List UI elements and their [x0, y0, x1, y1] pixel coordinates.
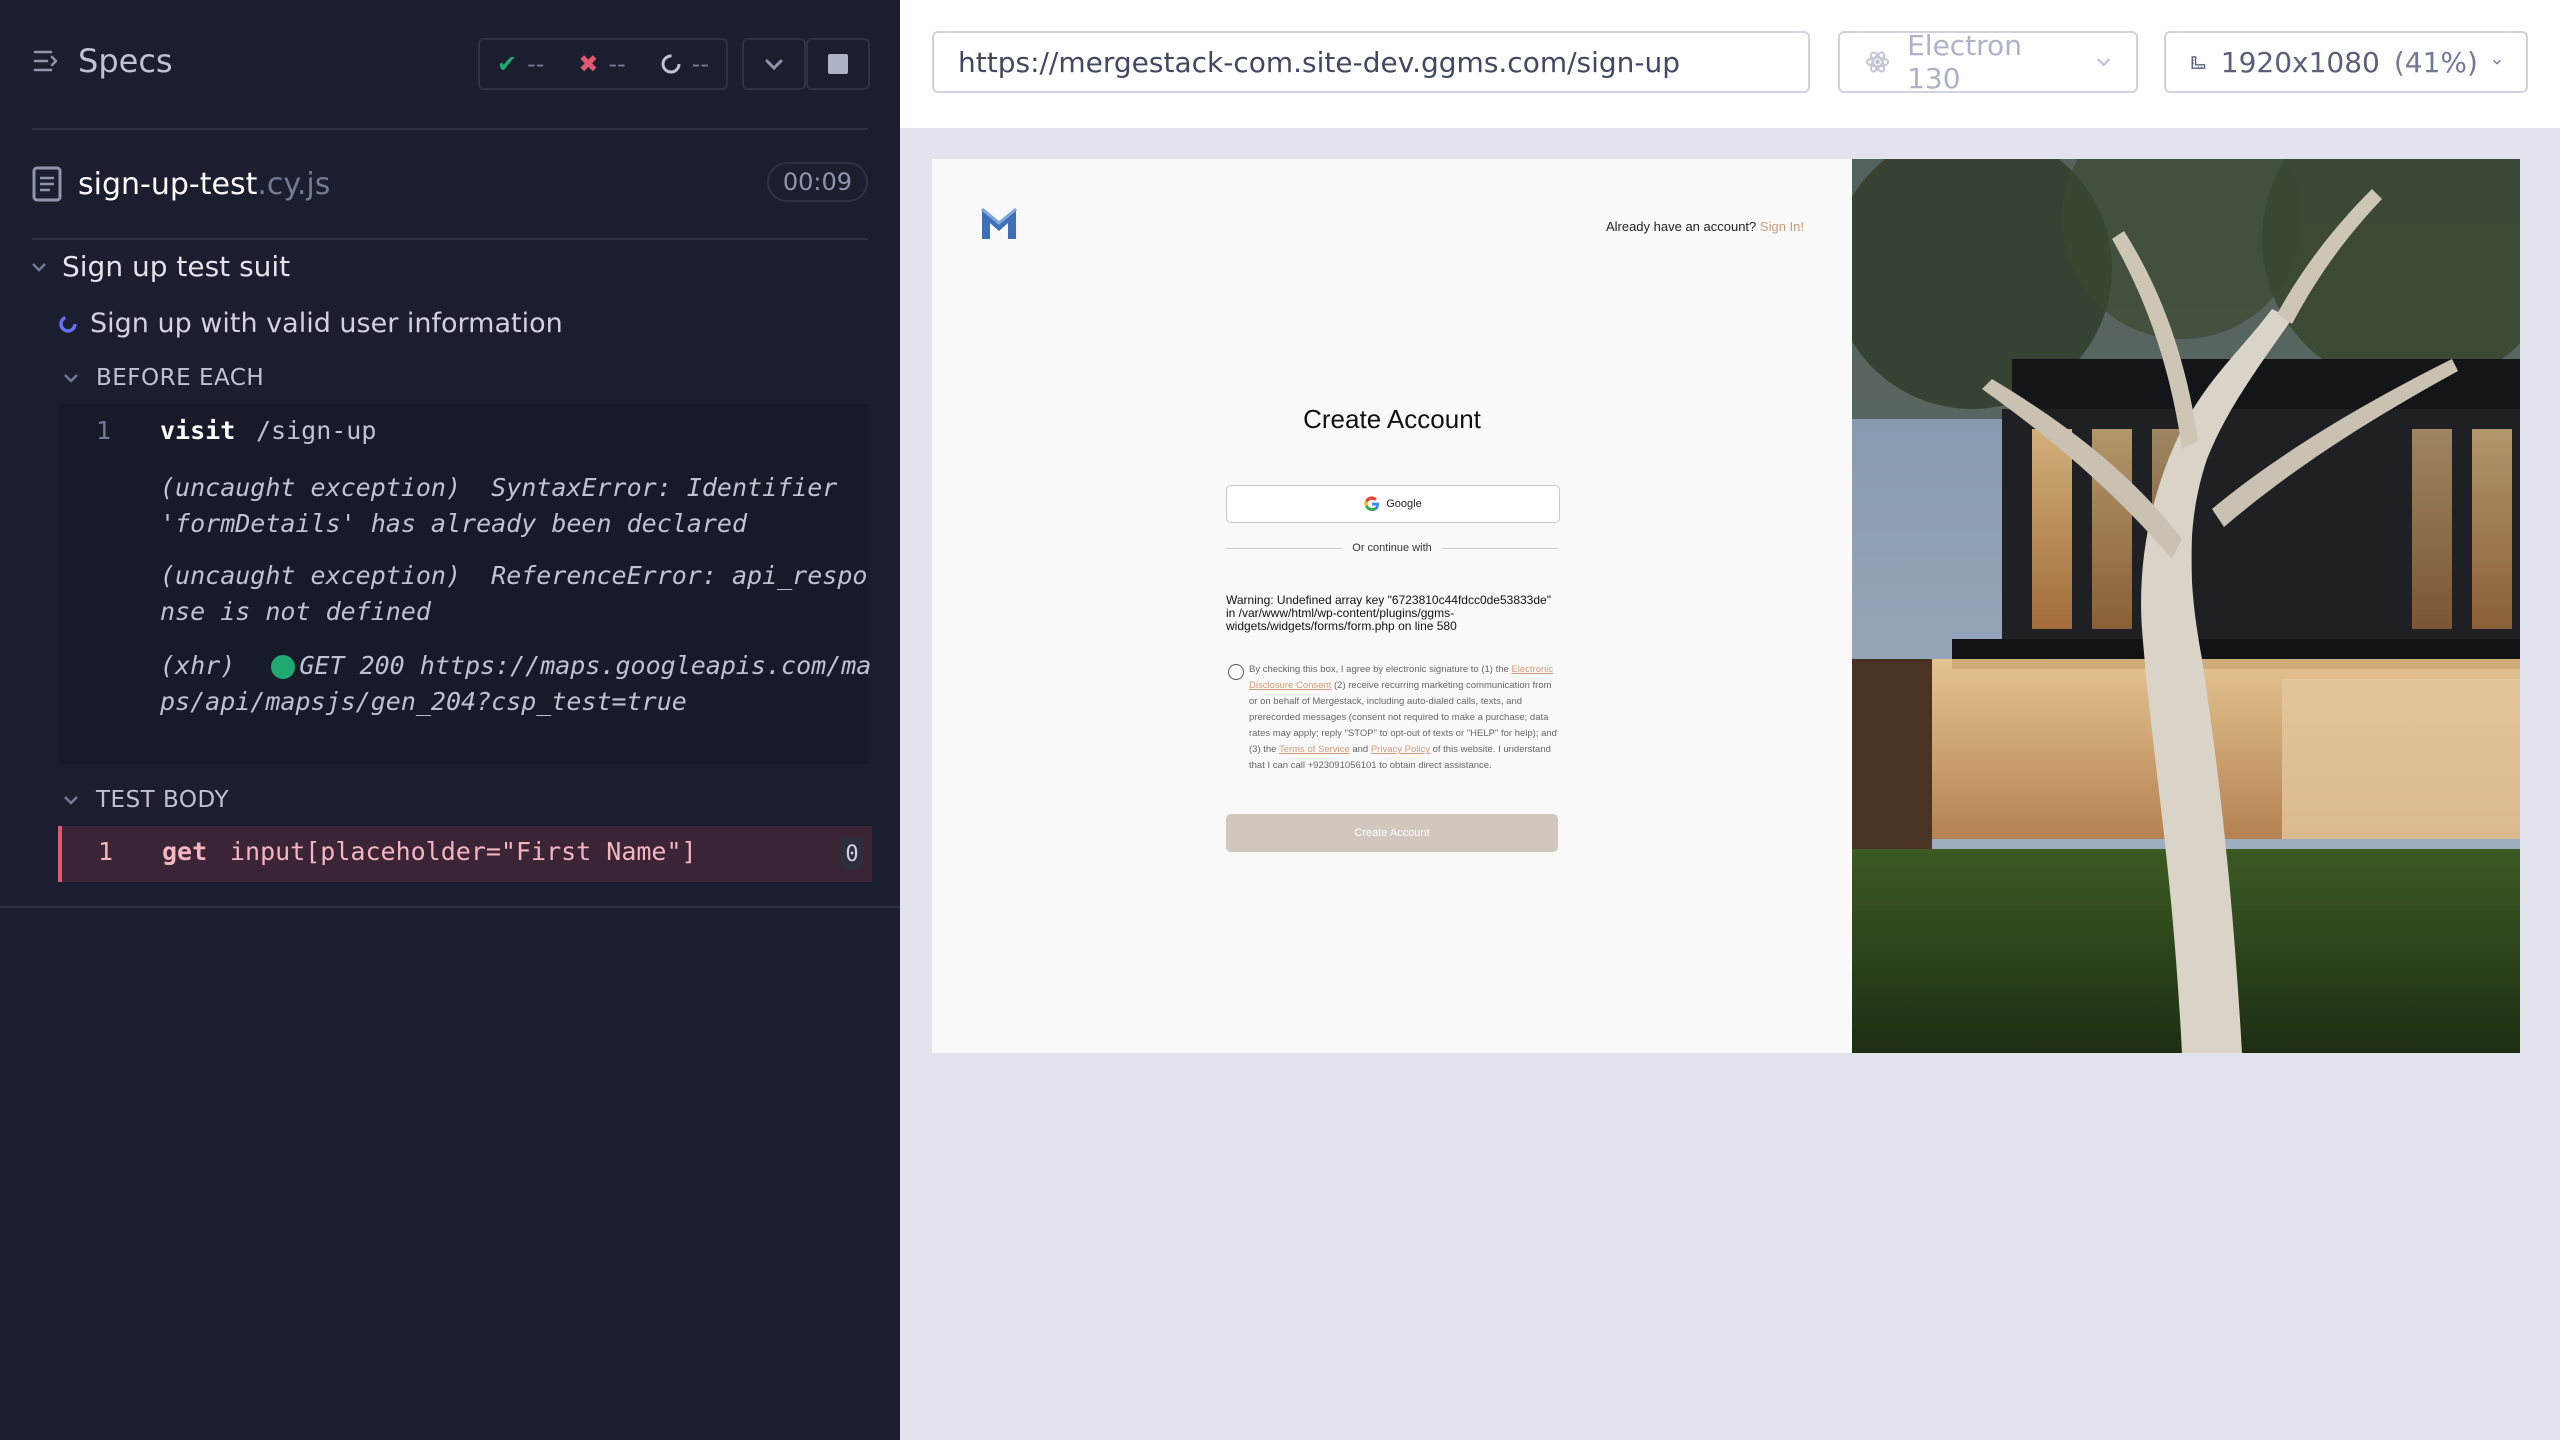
x-icon: ✖	[578, 50, 599, 78]
php-warning: Warning: Undefined array key "6723810c44…	[1226, 593, 1551, 633]
viewport-selector[interactable]: 1920x1080 (41%)	[2164, 31, 2528, 93]
log-label: (uncaught exception)	[160, 473, 462, 502]
consent-text: By checking this box, I agree by electro…	[1249, 662, 1560, 774]
divider-line	[1226, 547, 1343, 549]
command-message: /sign-up	[256, 416, 377, 445]
aut-panel: https://mergestack-com.site-dev.ggms.com…	[900, 0, 2560, 1440]
auto-scroll-button[interactable]	[742, 38, 806, 90]
spec-file-name: sign-up-test	[78, 166, 258, 202]
stop-icon	[828, 54, 848, 74]
command-number: 1	[96, 416, 112, 445]
electron-icon	[1865, 51, 1890, 73]
element-count-badge: 0	[840, 838, 864, 870]
spinner-icon	[661, 54, 681, 74]
uncaught-exception-log[interactable]: (uncaught exception) SyntaxError: Identi…	[160, 470, 880, 542]
divider-line	[1441, 547, 1559, 549]
google-icon	[1364, 496, 1380, 512]
xhr-method: GET 200	[299, 651, 405, 680]
check-icon: ✔	[496, 50, 518, 78]
xhr-log[interactable]: (xhr) GET 200 https://maps.googleapis.co…	[160, 648, 880, 720]
or-text: Or continue with	[1352, 542, 1432, 554]
test-body-hook[interactable]: TEST BODY	[62, 787, 229, 813]
chevron-down-icon	[32, 262, 46, 272]
browser-name: Electron 130	[1907, 29, 2022, 95]
already-have-account: Already have an account? Sign In!	[1606, 219, 1804, 234]
url-text: https://mergestack-com.site-dev.ggms.com…	[958, 45, 1681, 79]
command-message: input[placeholder="First Name"]	[230, 837, 697, 866]
chevron-down-icon	[64, 374, 78, 383]
uncaught-exception-log[interactable]: (uncaught exception) ReferenceError: api…	[160, 558, 880, 630]
chevron-down-icon	[765, 59, 783, 71]
before-each-commands: 1 visit /sign-up (uncaught exception) Sy…	[58, 404, 871, 764]
log-label: (uncaught exception)	[160, 561, 462, 590]
specs-label: Specs	[78, 42, 173, 80]
failed-count: --	[608, 50, 626, 78]
page-title: Create Account	[1303, 404, 1481, 434]
consent-checkbox[interactable]	[1228, 664, 1244, 680]
app-under-test-frame: Already have an account? Sign In! Create…	[932, 159, 2520, 1053]
command-visit[interactable]: 1 visit /sign-up	[58, 416, 868, 452]
consent-checkbox-row: By checking this box, I agree by electro…	[1226, 662, 1560, 774]
command-name: visit	[160, 416, 236, 445]
suite-row[interactable]: Sign up test suit	[30, 250, 290, 283]
test-title: Sign up with valid user information	[90, 308, 563, 339]
spec-file-ext: .cy.js	[257, 166, 331, 202]
signup-form-area: Already have an account? Sign In! Create…	[932, 159, 1852, 1053]
sign-in-link[interactable]: Sign In!	[1760, 219, 1804, 234]
test-stats: ✔ -- ✖ -- --	[478, 38, 728, 90]
passed-stat: ✔ --	[497, 50, 544, 78]
browser-toolbar: https://mergestack-com.site-dev.ggms.com…	[900, 0, 2560, 128]
house-photo	[1852, 159, 2520, 1053]
divider	[0, 906, 900, 908]
status-dot	[271, 655, 296, 679]
google-label: Google	[1386, 498, 1422, 510]
chevron-down-icon	[2096, 58, 2110, 67]
suite-title: Sign up test suit	[62, 250, 291, 283]
privacy-policy-link[interactable]: Privacy Policy	[1371, 744, 1430, 755]
mergestack-logo	[981, 207, 1017, 239]
browser-selector[interactable]: Electron 130	[1838, 29, 2138, 95]
test-row[interactable]: Sign up with valid user information	[58, 308, 563, 339]
running-icon	[59, 314, 77, 333]
or-divider: Or continue with	[1226, 542, 1559, 554]
hook-label: BEFORE EACH	[96, 365, 265, 391]
command-get[interactable]: 1 get input[placeholder="First Name"] 0	[58, 826, 872, 882]
google-signin-button[interactable]: Google	[1226, 485, 1560, 523]
menu-expand-icon	[33, 50, 58, 72]
url-bar[interactable]: https://mergestack-com.site-dev.ggms.com…	[932, 31, 1810, 93]
divider	[32, 238, 868, 240]
viewport-scale: (41%)	[2393, 45, 2478, 79]
already-text: Already have an account?	[1605, 219, 1757, 234]
terms-of-service-link[interactable]: Terms of Service	[1279, 744, 1350, 755]
specs-toggle[interactable]: Specs	[32, 42, 173, 80]
reporter-header: Specs ✔ -- ✖ -- --	[0, 0, 900, 130]
xhr-url: https://maps.googleapis.com/maps/api/map…	[160, 651, 872, 716]
command-name: get	[162, 837, 208, 866]
stop-button[interactable]	[806, 38, 870, 90]
consent-text-part: and	[1349, 744, 1371, 755]
hook-label: TEST BODY	[96, 787, 230, 813]
pending-stat: --	[660, 50, 709, 78]
chevron-down-icon	[2493, 59, 2501, 65]
ruler-icon	[2191, 56, 2206, 69]
divider	[32, 128, 868, 130]
create-account-button[interactable]: Create Account	[1226, 814, 1558, 852]
spec-file-row: sign-up-test .cy.js 00:09	[32, 158, 868, 210]
duration-badge: 00:09	[766, 162, 868, 202]
viewport-size: 1920x1080	[2220, 45, 2380, 79]
consent-text-part: By checking this box, I agree by electro…	[1249, 664, 1512, 675]
before-each-hook[interactable]: BEFORE EACH	[62, 365, 264, 391]
pending-count: --	[691, 50, 709, 78]
command-number: 1	[98, 837, 114, 866]
document-icon	[32, 166, 62, 202]
reporter-panel: Specs ✔ -- ✖ -- -- sign-up-test .cy.js 00:0…	[0, 0, 900, 1440]
passed-count: --	[527, 50, 545, 78]
failed-stat: ✖ --	[578, 50, 625, 78]
chevron-down-icon	[64, 796, 78, 805]
log-label: (xhr)	[160, 651, 236, 680]
